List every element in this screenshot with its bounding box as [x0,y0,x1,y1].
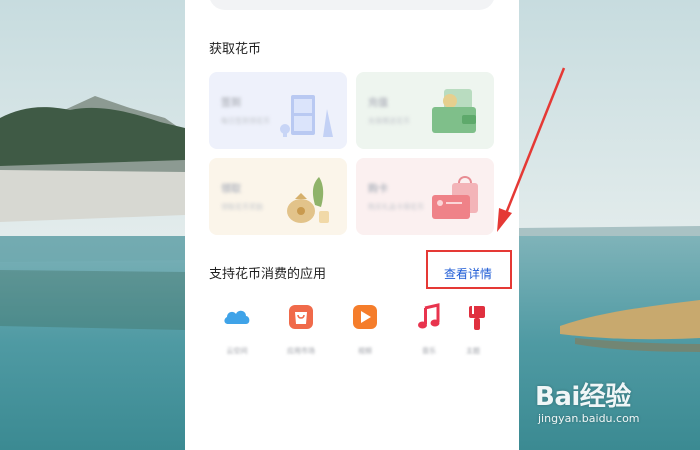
earn-card-subtitle: 充值赠送花币 [368,117,410,125]
baidu-jingyan-watermark: Bai经验 jingyan.baidu.com [535,372,695,436]
earn-card-subtitle: 每日签到领花币 [221,117,270,125]
earn-card-title: 签到 [221,98,241,109]
wallet-illustration-icon [432,89,476,133]
top-card [209,0,495,10]
earn-card-claim[interactable]: 领取 领取花币奖励 [209,158,347,235]
brush-icon [469,306,485,330]
earn-card-subtitle: 购买礼品卡得花币 [368,203,424,211]
app-label: 应用市场 [287,347,315,355]
app-item-video[interactable]: 视频 [337,302,393,356]
earn-card-title: 充值 [368,98,388,109]
fridge-illustration-icon [280,95,333,137]
app-label: 云空间 [226,347,248,355]
app-label: 音乐 [422,347,436,355]
app-label: 视频 [358,347,372,355]
supported-apps-list: 云空间 应用市场 视频 音乐 主题 [209,302,519,372]
watermark-logo: Bai经验 [535,382,631,412]
app-screen: 获取花币 签到 每日签到领花币 充值 充值赠送花币 领取 领取花币奖励 购卡 购… [185,0,519,450]
cloud-icon [224,310,250,324]
earn-coins-heading: 获取花币 [209,42,262,57]
annotation-highlight-box [426,250,512,289]
app-item-app-market[interactable]: 应用市场 [273,302,329,356]
app-item-cloud[interactable]: 云空间 [209,302,265,356]
money-bag-illustration-icon [287,177,329,223]
gift-card-illustration-icon [432,176,478,219]
app-item-music[interactable]: 音乐 [401,302,457,356]
video-play-icon [353,305,377,329]
earn-card-checkin[interactable]: 签到 每日签到领花币 [209,72,347,149]
earn-card-buy-card[interactable]: 购卡 购买礼品卡得花币 [356,158,494,235]
watermark-url: jingyan.baidu.com [538,412,640,425]
earn-card-subtitle: 领取花币奖励 [221,203,263,211]
earn-card-title: 领取 [221,184,241,195]
music-note-icon [418,303,440,329]
earn-card-recharge[interactable]: 充值 充值赠送花币 [356,72,494,149]
app-item-theme[interactable]: 主题 [459,302,487,356]
supported-apps-heading: 支持花币消费的应用 [209,267,327,282]
shopping-bag-icon [289,305,313,329]
earn-card-title: 购卡 [368,184,388,195]
app-label: 主题 [466,347,480,355]
